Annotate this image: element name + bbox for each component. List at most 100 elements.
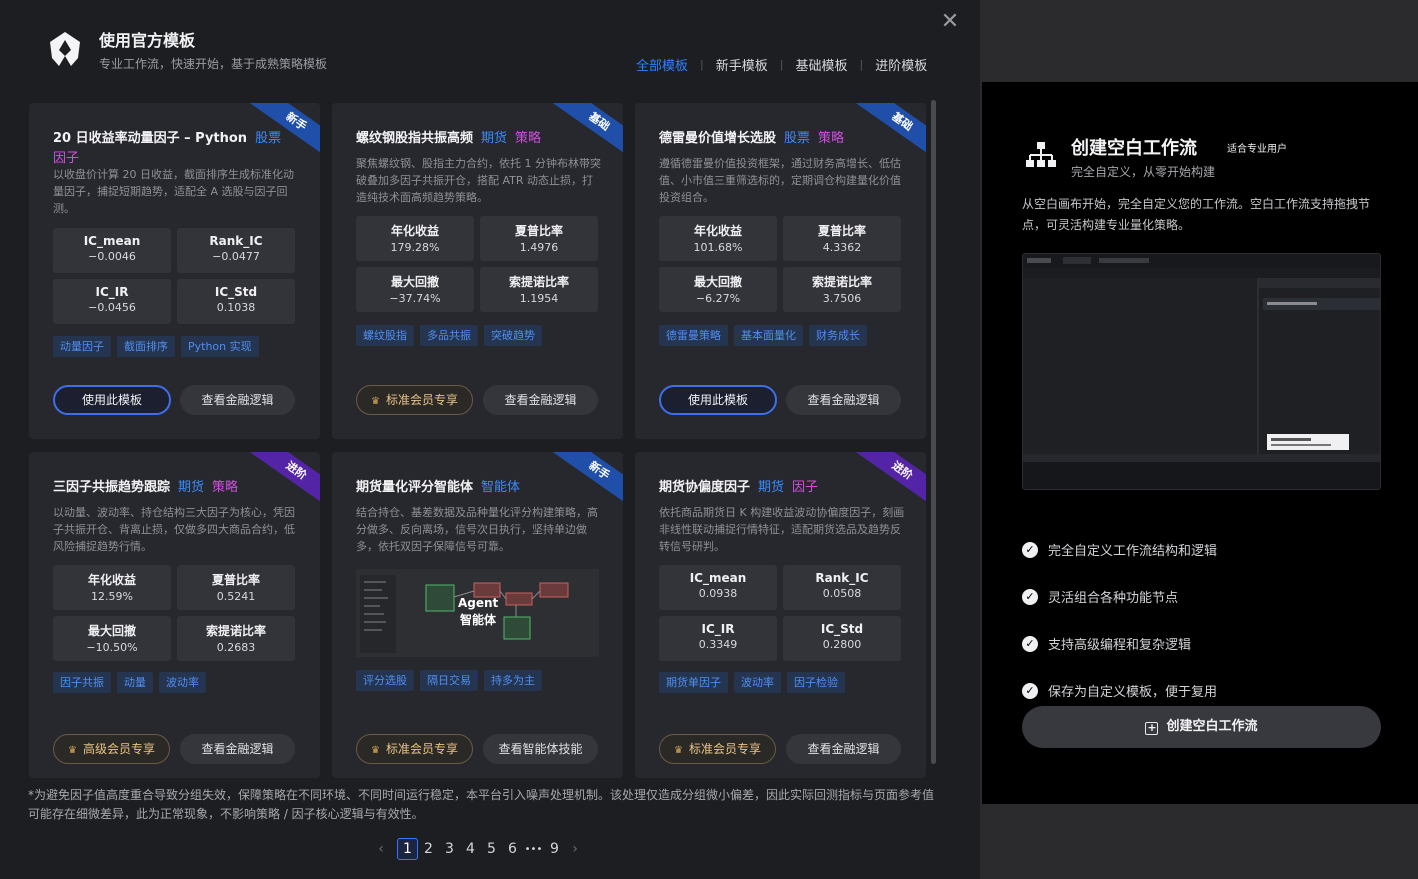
crown-icon: ♛	[674, 745, 683, 756]
next-page-icon[interactable]: ›	[569, 841, 581, 857]
card-title-text: 20 日收益率动量因子 – Python	[53, 131, 248, 146]
page-5[interactable]: 5	[481, 841, 502, 857]
crown-icon: ♛	[371, 745, 380, 756]
card-title-text: 螺纹钢股指共振高频	[356, 131, 474, 146]
tag-chip: 动量	[117, 672, 153, 693]
check-icon: ✓	[1022, 541, 1038, 558]
metric-tile: 最大回撤 −37.74%	[356, 267, 474, 312]
blank-workflow-description: 从空白画布开始，完全自定义您的工作流。空白工作流支持拖拽节点，可灵活构建专业量化…	[1022, 197, 1371, 232]
page-9[interactable]: 9	[544, 841, 565, 857]
use-template-button[interactable]: 使用此模板	[659, 385, 777, 415]
metric-label: 最大回撤	[390, 275, 439, 289]
tag-chip: 因子检验	[787, 672, 845, 693]
tab-all-templates[interactable]: 全部模板	[636, 55, 688, 74]
tag-chips: 期货单因子 波动率 因子检验	[659, 672, 845, 693]
template-grid: 新手 20 日收益率动量因子 – Python 股票 因子 以收盘价计算 20 日收…	[28, 100, 928, 778]
view-agent-skills-button[interactable]: 查看智能体技能	[483, 734, 598, 764]
noise-disclaimer: *为避免因子值高度重合导致分组失效，保障策略在不同环境、不同时间运行稳定，本平台…	[28, 788, 935, 821]
view-logic-button[interactable]: 查看金融逻辑	[786, 734, 901, 764]
member-only-button[interactable]: ♛ 高级会员专享	[53, 734, 170, 764]
view-logic-button[interactable]: 查看金融逻辑	[180, 734, 295, 764]
tag-chip: 因子共振	[53, 672, 111, 693]
metric-label: 索提诺比率	[811, 275, 872, 289]
page-4[interactable]: 4	[460, 841, 481, 857]
view-logic-button[interactable]: 查看金融逻辑	[180, 385, 295, 415]
metric-label: 最大回撤	[693, 275, 742, 289]
pagination: ‹ 1 2 3 4 5 6 ••• 9 ›	[375, 838, 581, 860]
metric-value: 12.59%	[91, 590, 133, 603]
card-title: 期货协偏度因子 期货 因子	[659, 478, 904, 498]
page-ellipsis[interactable]: •••	[523, 844, 544, 855]
metric-tile: 索提诺比率 1.1954	[480, 267, 598, 312]
type-tag: 策略	[818, 131, 845, 146]
vertical-scrollbar[interactable]	[931, 100, 936, 764]
agent-caption-en: Agent	[458, 596, 499, 610]
metric-label: 最大回撤	[87, 624, 136, 638]
metrics-grid: 年化收益 101.68% 夏普比率 4.3362 最大回撤 −6.27% 索提诺比率 3…	[659, 216, 902, 312]
card-title-text: 德雷曼价值增长选股	[659, 131, 777, 146]
template-card: 基础 德雷曼价值增长选股 股票 策略 遵循德雷曼价值投资框架，通过财务高增长、低估值…	[635, 103, 926, 439]
tab-divider: |	[700, 58, 704, 71]
metric-tile: IC_mean 0.0938	[659, 565, 777, 610]
create-blank-workflow-button[interactable]: + 创建空白工作流	[1022, 706, 1381, 748]
member-only-button[interactable]: ♛ 标准会员专享	[659, 734, 776, 764]
check-icon: ✓	[1022, 682, 1038, 699]
tab-beginner-templates[interactable]: 新手模板	[716, 55, 768, 74]
member-only-button[interactable]: ♛ 标准会员专享	[356, 734, 473, 764]
card-description: 以收盘价计算 20 日收益，截面排序生成标准化动量因子，捕捉短期趋势，适配全 A…	[53, 168, 294, 215]
template-card: 进阶 期货协偏度因子 期货 因子 依托商品期货日 K 构建收益波动协偏度因子，刻画非…	[635, 452, 926, 778]
prev-page-icon[interactable]: ‹	[375, 841, 387, 857]
member-only-label: 标准会员专享	[385, 742, 458, 756]
view-logic-button[interactable]: 查看金融逻辑	[786, 385, 901, 415]
card-description: 以动量、波动率、持仓结构三大因子为核心，凭因子共振开仓、背离止损，仅做多四大商品…	[53, 506, 295, 553]
metric-tile: 最大回撤 −6.27%	[659, 267, 777, 312]
metrics-grid: IC_mean −0.0046 Rank_IC −0.0477 IC_IR −0.04…	[53, 228, 296, 324]
card-title: 德雷曼价值增长选股 股票 策略	[659, 129, 904, 149]
metric-label: 夏普比率	[514, 224, 563, 238]
member-only-button[interactable]: ♛ 标准会员专享	[356, 385, 473, 415]
close-icon[interactable]: ✕	[940, 11, 960, 33]
page-1[interactable]: 1	[397, 838, 418, 860]
tab-advanced-templates[interactable]: 进阶模板	[875, 55, 927, 74]
metric-tile: 年化收益 101.68%	[659, 216, 777, 261]
page-6[interactable]: 6	[502, 841, 523, 857]
metric-value: 0.1038	[216, 301, 256, 314]
feature-item: ✓ 完全自定义工作流结构和逻辑	[1022, 526, 1217, 573]
modal-subtitle: 专业工作流，快速开始，基于成熟策略模板	[99, 57, 328, 71]
agent-workflow-preview: Agent 智能体	[356, 569, 599, 657]
metric-tile: IC_Std 0.1038	[177, 279, 295, 324]
check-icon: ✓	[1022, 588, 1038, 605]
metric-value: 0.2683	[216, 641, 256, 654]
feature-item: ✓ 支持高级编程和复杂逻辑	[1022, 620, 1217, 667]
type-tag: 因子	[53, 151, 80, 166]
tab-basic-templates[interactable]: 基础模板	[795, 55, 847, 74]
tag-chip: 财务成长	[809, 325, 867, 346]
member-only-label: 高级会员专享	[82, 742, 155, 756]
metric-tile: IC_Std 0.2800	[783, 616, 901, 661]
feature-item: ✓ 灵活组合各种功能节点	[1022, 573, 1217, 620]
blank-workflow-panel: 创建空白工作流 适合专业用户 完全自定义，从零开始构建 从空白画布开始，完全自定…	[982, 82, 1418, 804]
crown-icon: ♛	[371, 396, 380, 407]
metric-tile: Rank_IC 0.0508	[783, 565, 901, 610]
metric-value: 1.1954	[519, 292, 559, 305]
card-title: 20 日收益率动量因子 – Python 股票 因子	[53, 129, 298, 169]
metric-value: 4.3362	[822, 241, 862, 254]
tag-chip: 持多为主	[484, 670, 542, 691]
metric-tile: IC_IR 0.3349	[659, 616, 777, 661]
metric-label: 索提诺比率	[508, 275, 569, 289]
metrics-grid: IC_mean 0.0938 Rank_IC 0.0508 IC_IR 0.3349 …	[659, 565, 902, 661]
metric-label: IC_IR	[701, 622, 735, 636]
use-template-button[interactable]: 使用此模板	[53, 385, 171, 415]
page-3[interactable]: 3	[439, 841, 460, 857]
agent-preview-caption: Agent 智能体	[458, 595, 498, 629]
feature-label: 灵活组合各种功能节点	[1048, 591, 1179, 606]
backdrop-top	[982, 0, 1418, 81]
type-tag: 策略	[515, 131, 542, 146]
feature-list: ✓ 完全自定义工作流结构和逻辑 ✓ 灵活组合各种功能节点 ✓ 支持高级编程和复杂逻辑 …	[1022, 526, 1217, 714]
page-2[interactable]: 2	[418, 841, 439, 857]
template-filter-tabs: 全部模板 | 新手模板 | 基础模板 | 进阶模板	[636, 55, 927, 74]
template-card: 基础 螺纹钢股指共振高频 期货 策略 聚焦螺纹钢、股指主力合约，依托 1 分钟布林带…	[332, 103, 623, 439]
tag-chip: 波动率	[159, 672, 206, 693]
view-logic-button[interactable]: 查看金融逻辑	[483, 385, 598, 415]
tag-chip: 基本面量化	[734, 325, 803, 346]
